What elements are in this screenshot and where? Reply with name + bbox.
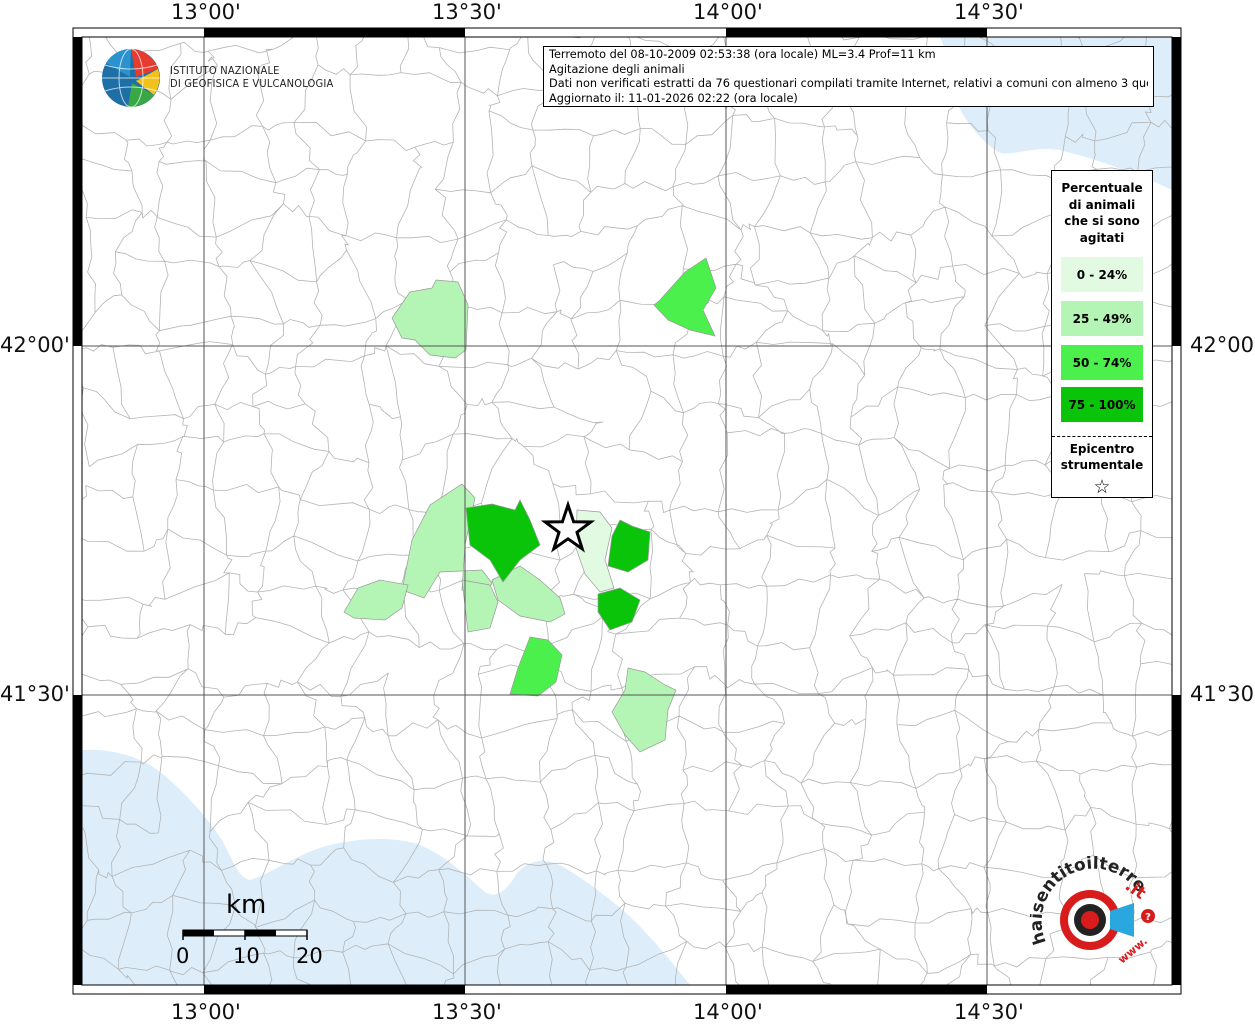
ingv-globe-icon xyxy=(102,48,160,108)
right-tick-2: 41°30' xyxy=(1190,682,1255,706)
legend-title-line: Percentuale xyxy=(1061,181,1143,195)
frame-segment xyxy=(1172,695,1181,985)
legend-star-icon: ☆ xyxy=(1093,476,1111,498)
event-info-box: Terremoto del 08-10-2009 02:53:38 (ora l… xyxy=(543,46,1154,107)
legend-separator xyxy=(1052,436,1152,437)
frame-segment xyxy=(726,28,987,37)
legend-class-50-74: 50 - 74% xyxy=(1061,345,1143,380)
legend-title-line: che si sono xyxy=(1064,214,1140,228)
frame-segment xyxy=(204,985,465,994)
event-title: Terremoto del 08-10-2009 02:53:38 (ora l… xyxy=(549,48,936,61)
bottom-tick-4: 14°30' xyxy=(954,1000,1024,1024)
top-tick-3: 14°00' xyxy=(693,0,763,24)
scalebar-label-0: 0 xyxy=(176,944,190,968)
frame-segment xyxy=(73,37,82,346)
legend-class-0-24: 0 - 24% xyxy=(1061,257,1143,292)
scalebar-unit: km xyxy=(226,890,267,920)
update-timestamp: Aggiornato il: 11-01-2026 02:22 (ora loc… xyxy=(549,91,798,105)
legend-title: Percentuale di animali che si sono agita… xyxy=(1052,180,1152,246)
frame-segment xyxy=(1172,37,1181,346)
top-tick-2: 13°30' xyxy=(432,0,502,24)
bottom-tick-3: 14°00' xyxy=(693,1000,763,1024)
top-tick-1: 13°00' xyxy=(171,0,241,24)
left-tick-2: 41°30' xyxy=(0,682,70,706)
legend-title-line: agitati xyxy=(1079,230,1125,245)
institute-name-line2: DI GEOFISICA E VULCANOLOGIA xyxy=(170,77,334,90)
frame-segment xyxy=(204,28,465,37)
haisentito-terremoto-logo-icon: ? haisentitoilterremoto www. .it xyxy=(1030,856,1155,967)
legend: Percentuale di animali che si sono agita… xyxy=(1051,170,1153,498)
svg-text:www.: www. xyxy=(1116,935,1150,967)
legend-title-line: di animali xyxy=(1068,197,1136,212)
bottom-tick-1: 13°00' xyxy=(171,1000,241,1024)
frame-segment xyxy=(73,695,82,985)
scalebar-label-20: 20 xyxy=(296,944,323,968)
right-tick-1: 42°00' xyxy=(1190,333,1255,357)
top-tick-4: 14°30' xyxy=(954,0,1024,24)
svg-text:?: ? xyxy=(1145,912,1151,923)
scalebar xyxy=(182,929,308,940)
legend-class-75-100: 75 - 100% xyxy=(1061,387,1143,422)
institute-name: ISTITUTO NAZIONALE DI GEOFISICA E VULCAN… xyxy=(170,64,333,90)
data-disclaimer: Dati non verificati estratti da 76 quest… xyxy=(549,77,1148,91)
frame-segment xyxy=(726,985,987,994)
bottom-tick-2: 13°30' xyxy=(432,1000,502,1024)
legend-epicenter-label: Epicentro strumentale xyxy=(1052,441,1152,473)
left-tick-1: 42°00' xyxy=(0,333,70,357)
institute-name-line1: ISTITUTO NAZIONALE xyxy=(170,64,280,77)
legend-epicenter-line: strumentale xyxy=(1060,458,1144,472)
legend-class-25-49: 25 - 49% xyxy=(1061,301,1143,336)
legend-epicenter-line: Epicentro xyxy=(1069,442,1135,456)
scalebar-label-10: 10 xyxy=(233,944,260,968)
map-subject: Agitazione degli animali xyxy=(549,62,685,76)
